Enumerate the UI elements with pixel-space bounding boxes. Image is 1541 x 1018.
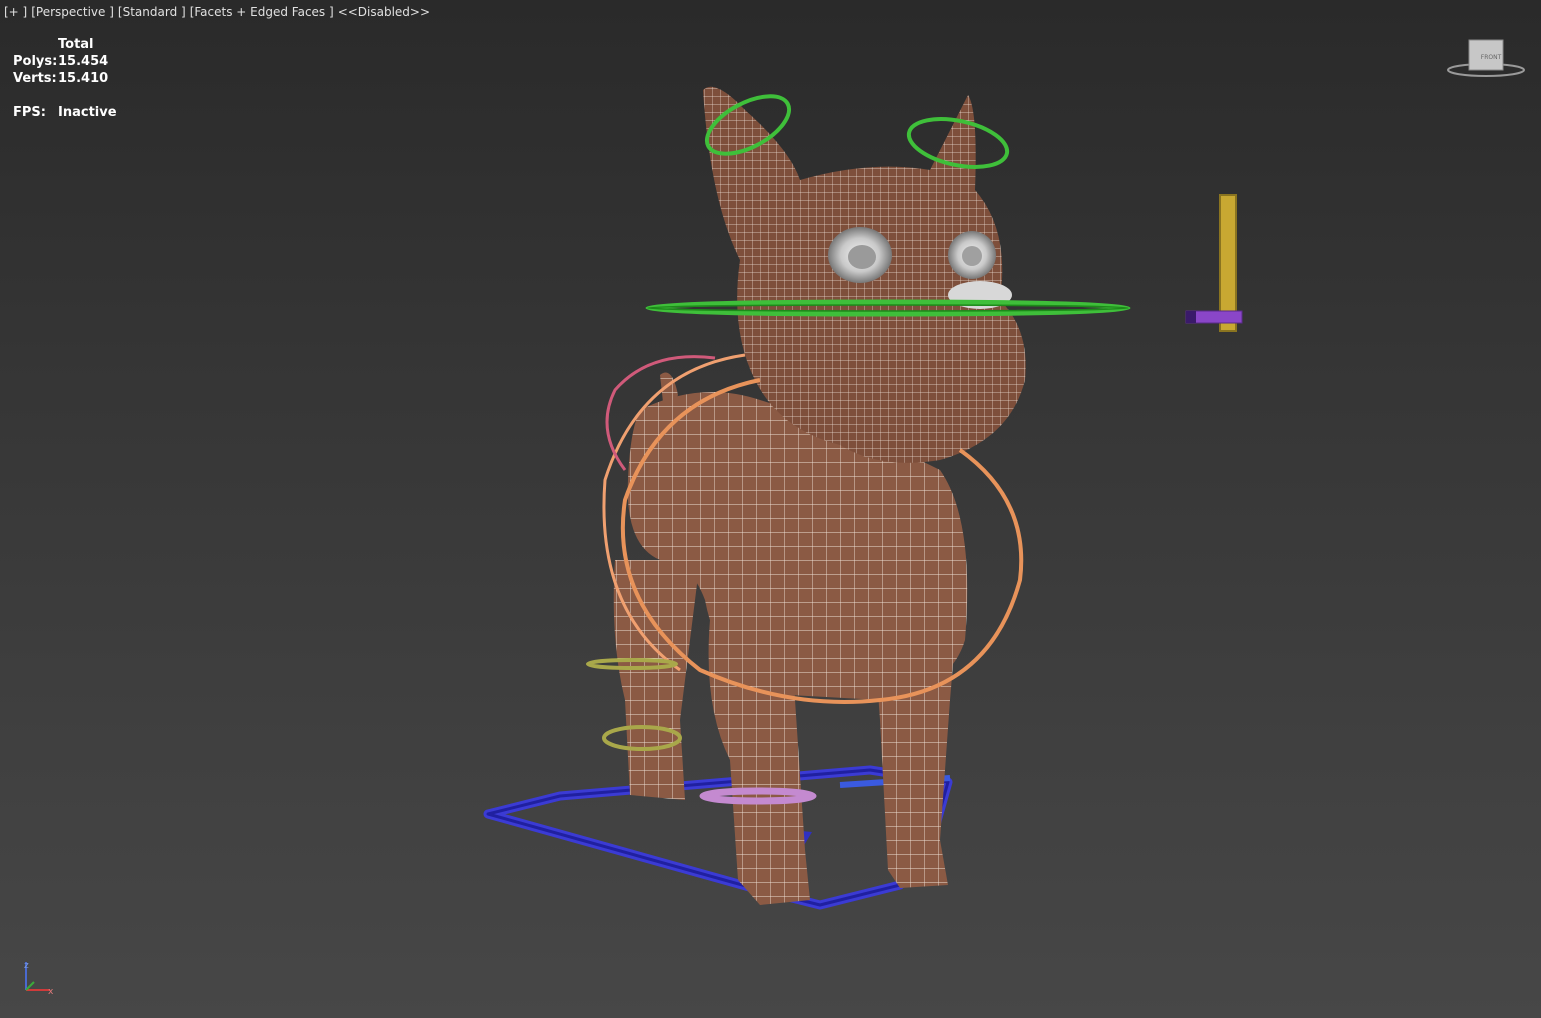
axis-tripod: z x (24, 961, 54, 997)
axis-x-label: x (48, 987, 54, 997)
viewcube-face-label: FRONT (1481, 54, 1502, 61)
dog-front-leg-right (875, 640, 955, 888)
viewport-scene[interactable] (0, 0, 1541, 1018)
dog-back-leg-left (613, 560, 700, 800)
slider-control[interactable] (1185, 194, 1243, 332)
viewcube[interactable]: FRONT (1446, 36, 1526, 82)
axis-z-label: z (24, 961, 29, 971)
root-control-blue[interactable] (483, 718, 953, 910)
